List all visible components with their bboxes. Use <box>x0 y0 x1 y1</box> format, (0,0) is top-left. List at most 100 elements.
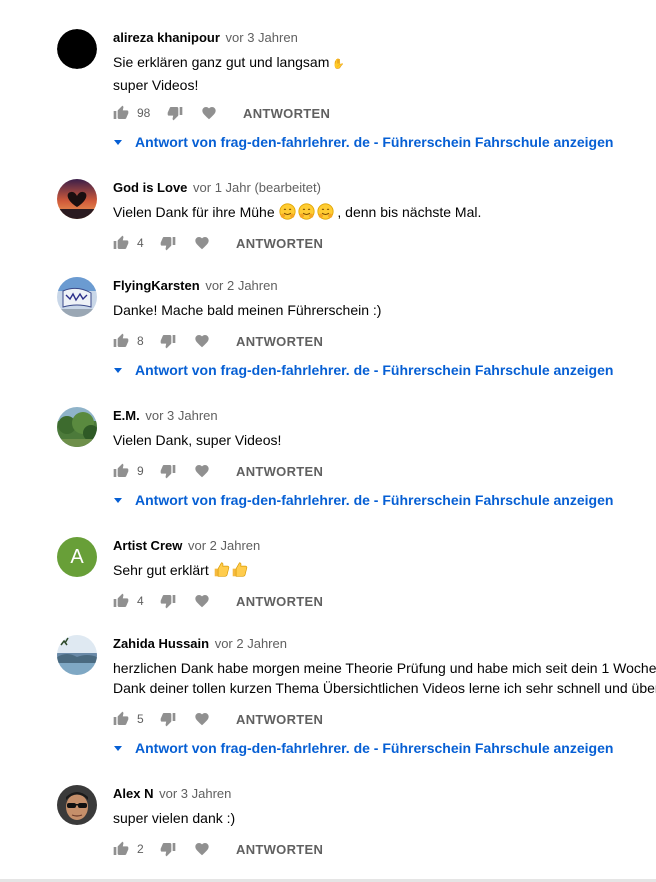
dislike-button[interactable] <box>160 707 176 731</box>
like-count: 98 <box>137 106 151 120</box>
heart-icon <box>202 107 216 120</box>
reply-button[interactable]: ANTWORTEN <box>236 589 323 613</box>
reply-button[interactable]: ANTWORTEN <box>236 837 323 861</box>
like-button[interactable] <box>113 101 129 125</box>
avatar[interactable] <box>57 407 97 447</box>
reply-button[interactable]: ANTWORTEN <box>236 231 323 255</box>
like-button[interactable] <box>113 837 129 861</box>
dislike-button[interactable] <box>160 231 176 255</box>
heart-button[interactable] <box>201 101 217 125</box>
like-button[interactable] <box>113 231 129 255</box>
comment-time[interactable]: vor 3 Jahren <box>226 30 298 45</box>
like-count: 2 <box>137 842 144 856</box>
comment-line: Sehr gut erklärt <box>113 562 209 578</box>
view-replies-label: Antwort von frag-den-fahrlehrer. de - Fü… <box>135 362 614 378</box>
comment-line: Dank deiner tollen kurzen Thema Übersich… <box>113 680 656 696</box>
view-replies-label: Antwort von frag-den-fahrlehrer. de - Fü… <box>135 740 614 756</box>
comment-header: Zahida Hussain vor 2 Jahren <box>113 636 656 652</box>
comments-section: alireza khanipour vor 3 Jahren Sie erklä… <box>0 0 656 882</box>
heart-icon <box>195 335 209 348</box>
heart-icon <box>195 595 209 608</box>
comment-header: Artist Crew vor 2 Jahren <box>113 538 656 554</box>
comment-line: Sie erklären ganz gut und langsam <box>113 54 330 70</box>
caret-down-icon <box>114 139 122 145</box>
view-replies-button[interactable]: Antwort von frag-den-fahrlehrer. de - Fü… <box>113 490 613 510</box>
avatar[interactable] <box>57 179 97 219</box>
comment-line: , denn bis nächste Mal. <box>337 204 482 220</box>
heart-icon <box>195 465 209 478</box>
comment-text: Vielen Dank für ihre Mühe , denn bis näc… <box>113 202 656 222</box>
comment-header: alireza khanipour vor 3 Jahren <box>113 30 656 46</box>
heart-button[interactable] <box>194 459 210 483</box>
comment-text: herzlichen Dank habe morgen meine Theori… <box>113 658 656 698</box>
hugging-face-emoji <box>316 203 334 220</box>
dislike-button[interactable] <box>160 837 176 861</box>
author-name[interactable]: alireza khanipour <box>113 30 220 45</box>
heart-icon <box>195 237 209 250</box>
comment-time[interactable]: vor 2 Jahren <box>215 636 287 651</box>
like-button[interactable] <box>113 707 129 731</box>
comment-time[interactable]: vor 2 Jahren <box>188 538 260 553</box>
thumb-up-icon <box>113 333 129 347</box>
author-name[interactable]: Artist Crew <box>113 538 182 553</box>
thumb-up-icon <box>113 711 129 725</box>
dislike-button[interactable] <box>160 329 176 353</box>
dislike-button[interactable] <box>167 101 183 125</box>
like-count: 5 <box>137 712 144 726</box>
thumb-down-icon <box>160 595 176 609</box>
comment-time[interactable]: vor 1 Jahr (bearbeitet) <box>193 180 321 195</box>
avatar[interactable] <box>57 277 97 317</box>
heart-icon <box>195 843 209 856</box>
comment-time[interactable]: vor 2 Jahren <box>205 278 277 293</box>
reply-button[interactable]: ANTWORTEN <box>243 101 330 125</box>
comment-time[interactable]: vor 3 Jahren <box>145 408 217 423</box>
view-replies-button[interactable]: Antwort von frag-den-fahrlehrer. de - Fü… <box>113 360 613 380</box>
like-button[interactable] <box>113 459 129 483</box>
avatar[interactable] <box>57 29 97 69</box>
author-name[interactable]: Zahida Hussain <box>113 636 209 651</box>
like-button[interactable] <box>113 329 129 353</box>
heart-icon <box>195 713 209 726</box>
author-name[interactable]: Alex N <box>113 786 153 801</box>
like-button[interactable] <box>113 589 129 613</box>
view-replies-label: Antwort von frag-den-fahrlehrer. de - Fü… <box>135 134 614 150</box>
thumb-up-icon <box>113 841 129 855</box>
comment-time[interactable]: vor 3 Jahren <box>159 786 231 801</box>
avatar[interactable] <box>57 635 97 675</box>
reply-button[interactable]: ANTWORTEN <box>236 459 323 483</box>
thumb-up-icon <box>113 463 129 477</box>
author-name[interactable]: God is Love <box>113 180 187 195</box>
comment-text: Vielen Dank, super Videos! <box>113 432 282 448</box>
heart-button[interactable] <box>194 589 210 613</box>
avatar[interactable]: A <box>57 537 97 577</box>
thumb-down-icon <box>160 465 176 479</box>
reply-button[interactable]: ANTWORTEN <box>236 329 323 353</box>
thumb-down-icon <box>160 843 176 857</box>
heart-button[interactable] <box>194 707 210 731</box>
thumb-down-icon <box>160 713 176 727</box>
dislike-button[interactable] <box>160 459 176 483</box>
heart-button[interactable] <box>194 329 210 353</box>
like-count: 8 <box>137 334 144 348</box>
avatar[interactable] <box>57 785 97 825</box>
thumbs-up-emoji <box>232 562 247 577</box>
heart-button[interactable] <box>194 231 210 255</box>
heart-button[interactable] <box>194 837 210 861</box>
author-name[interactable]: E.M. <box>113 408 140 423</box>
thumb-up-icon <box>113 105 129 119</box>
comment-line: super Videos! <box>113 77 199 93</box>
like-count: 4 <box>137 594 144 608</box>
author-name[interactable]: FlyingKarsten <box>113 278 200 293</box>
comment-text: super vielen dank :) <box>113 810 236 826</box>
thumbs-up-emoji <box>214 562 229 577</box>
comment-text: Danke! Mache bald meinen Führerschein :) <box>113 302 382 318</box>
caret-down-icon <box>114 497 122 503</box>
dislike-button[interactable] <box>160 589 176 613</box>
thumb-down-icon <box>167 107 183 121</box>
caret-down-icon <box>114 745 122 751</box>
reply-button[interactable]: ANTWORTEN <box>236 707 323 731</box>
view-replies-button[interactable]: Antwort von frag-den-fahrlehrer. de - Fü… <box>113 738 613 758</box>
comment-header: God is Love vor 1 Jahr (bearbeitet) <box>113 180 656 196</box>
caret-down-icon <box>114 367 122 373</box>
view-replies-button[interactable]: Antwort von frag-den-fahrlehrer. de - Fü… <box>113 132 613 152</box>
